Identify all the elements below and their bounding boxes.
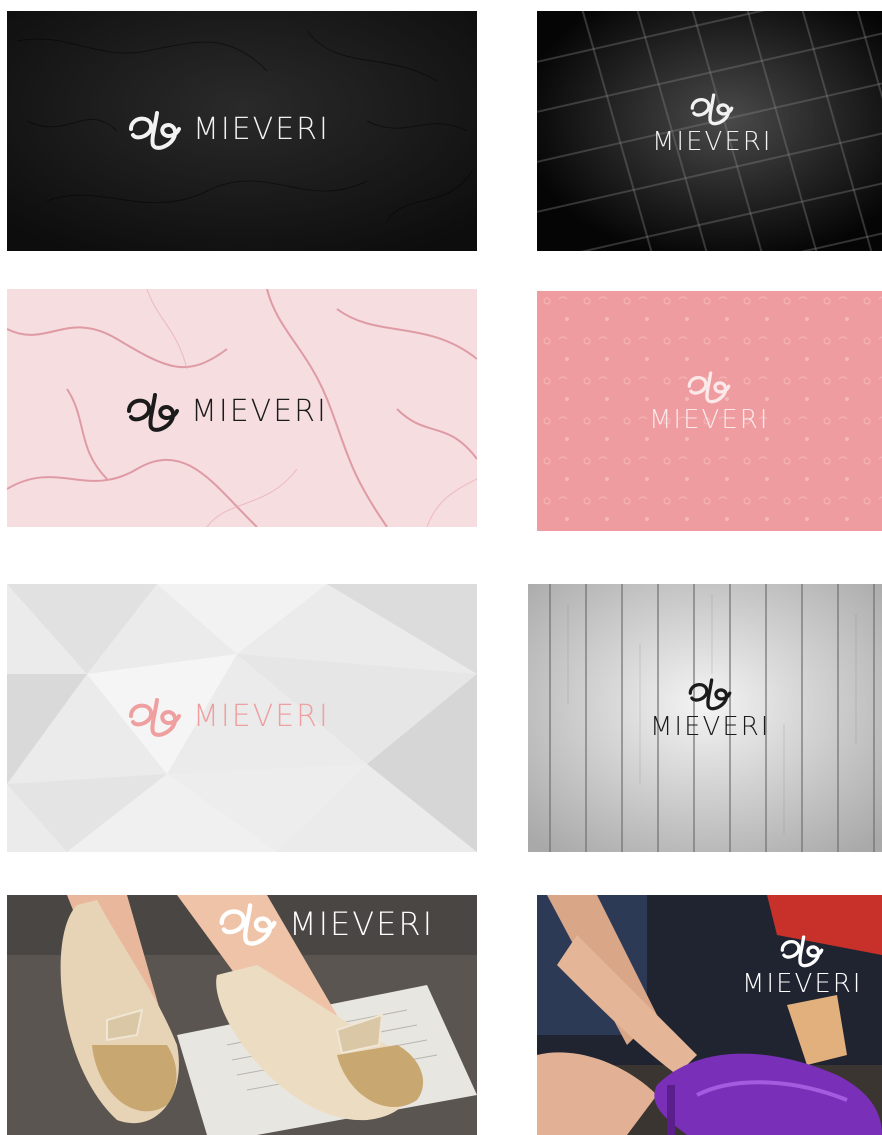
brand-logo: MIEVERI: [652, 91, 772, 155]
brand-logo: MIEVERI: [217, 901, 434, 947]
brand-logo: MIEVERI: [127, 109, 330, 151]
monogram-icon: [129, 698, 181, 737]
brand-logo: MIEVERI: [649, 369, 769, 433]
monogram-icon: [690, 93, 734, 126]
brand-logo: MIEVERI: [125, 391, 328, 433]
brand-name: MIEVERI: [191, 394, 328, 429]
heel-photo: [537, 895, 882, 1135]
monogram-icon: [219, 903, 277, 946]
mockup-card-pink-marble: MIEVERI: [7, 289, 477, 527]
brand-name: MIEVERI: [652, 127, 773, 157]
brand-name: MIEVERI: [650, 712, 771, 742]
monogram-icon: [129, 111, 181, 150]
brand-name: MIEVERI: [193, 112, 330, 147]
brand-logo: MIEVERI: [742, 933, 862, 997]
brand-name: MIEVERI: [649, 405, 770, 435]
brand-logo: MIEVERI: [127, 696, 330, 738]
monogram-icon: [688, 678, 732, 711]
mockup-card-photo-flats: MIEVERI: [7, 895, 477, 1135]
mockup-card-black-quilted: MIEVERI: [537, 11, 882, 251]
mockup-card-pink-floral: MIEVERI: [537, 291, 882, 531]
monogram-icon: [127, 393, 179, 432]
brand-name: MIEVERI: [193, 699, 330, 734]
brand-name: MIEVERI: [289, 905, 435, 943]
monogram-icon: [780, 935, 824, 968]
monogram-icon: [687, 371, 731, 404]
mockup-card-black-leather: MIEVERI: [7, 11, 477, 251]
brand-logo: MIEVERI: [650, 676, 770, 740]
mockup-card-grey-wood: MIEVERI: [528, 584, 882, 852]
mockup-card-photo-heel: MIEVERI: [537, 895, 882, 1135]
brand-name: MIEVERI: [742, 969, 863, 999]
mockup-card-grey-polygon: MIEVERI: [7, 584, 477, 852]
